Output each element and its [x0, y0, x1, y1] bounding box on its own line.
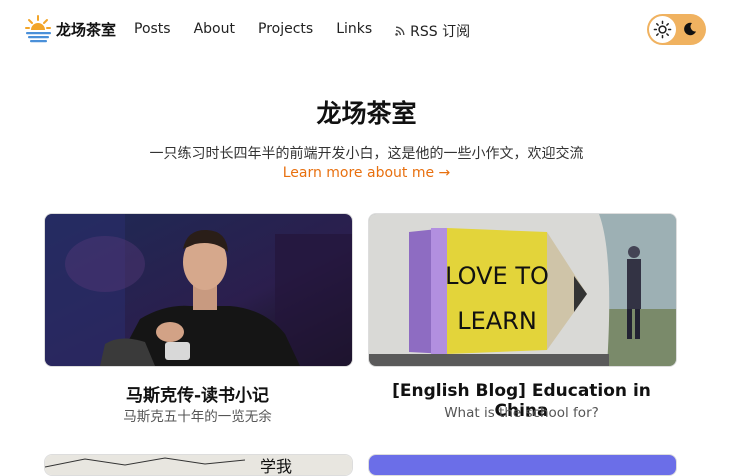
top-nav: 龙场茶室 Posts About Projects Links RSS 订阅	[0, 0, 733, 62]
rss-label: RSS 订阅	[410, 24, 471, 40]
nav-link-posts[interactable]: Posts	[134, 21, 171, 41]
page-title: 龙场茶室	[316, 99, 417, 128]
card-image-partial-2[interactable]	[368, 454, 677, 476]
nav-link-about[interactable]: About	[194, 21, 235, 41]
nav-links: Posts About Projects Links RSS 订阅	[134, 21, 493, 41]
nav-link-rss[interactable]: RSS 订阅	[395, 21, 470, 41]
hero-subtitle: 一只练习时长四年半的前端开发小白，这是他的一些小作文，欢迎交流	[149, 146, 584, 162]
card-image-musk[interactable]	[44, 213, 353, 367]
site-logo[interactable]: 龙场茶室	[24, 14, 116, 44]
theme-toggle[interactable]	[647, 14, 706, 45]
card-description: 马斯克五十年的一览无余	[123, 409, 272, 425]
card-image-education[interactable]: LOVE TO LEARN	[368, 213, 677, 367]
card-image-partial-1[interactable]: 学我	[44, 454, 353, 476]
moon-icon	[684, 22, 696, 36]
partial-card-text: 学我	[260, 457, 292, 475]
learn-more-link[interactable]: Learn more about me →	[0, 165, 733, 181]
logo-text[interactable]: 龙场茶室	[56, 19, 116, 40]
card-title[interactable]: 马斯克传-读书小记	[43, 381, 352, 406]
sun-icon	[653, 20, 672, 39]
sign-line-2: LEARN	[457, 307, 537, 335]
card-description: What is the school for?	[444, 405, 599, 421]
rss-icon	[395, 26, 405, 36]
nav-link-links[interactable]: Links	[336, 21, 372, 41]
nav-link-projects[interactable]: Projects	[258, 21, 313, 41]
sign-line-1: LOVE TO	[445, 262, 549, 290]
sunrise-logo-icon	[25, 15, 51, 43]
